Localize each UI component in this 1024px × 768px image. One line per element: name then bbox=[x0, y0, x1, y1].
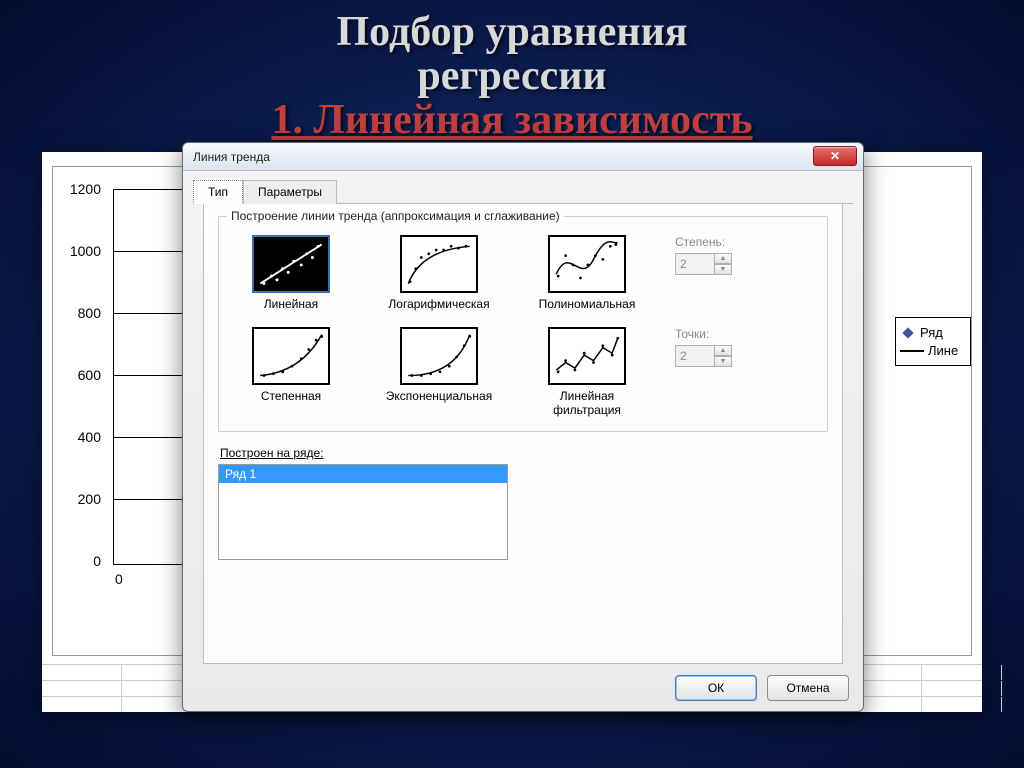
series-listbox[interactable]: Ряд 1 bbox=[218, 464, 508, 560]
log-thumb-icon bbox=[400, 235, 478, 293]
trend-option-logarithmic[interactable]: Логарифмическая bbox=[379, 235, 499, 311]
tab-type[interactable]: Тип bbox=[193, 180, 243, 204]
dialog-titlebar[interactable]: Линия тренда ✕ bbox=[183, 143, 863, 171]
legend-label: Лине bbox=[928, 343, 958, 358]
trend-label: Логарифмическая bbox=[379, 297, 499, 311]
y-tick: 800 bbox=[65, 305, 101, 367]
y-tick: 400 bbox=[65, 429, 101, 491]
title-line-1: Подбор уравнения bbox=[336, 9, 687, 55]
legend-item-line: Лине bbox=[900, 343, 966, 358]
trend-label: Линейная bbox=[231, 297, 351, 311]
trend-type-group: Построение линии тренда (аппроксимация и… bbox=[218, 216, 828, 432]
power-thumb-icon bbox=[252, 327, 330, 385]
trend-label: Линейная фильтрация bbox=[527, 389, 647, 417]
trend-option-linear[interactable]: Линейная bbox=[231, 235, 351, 311]
linear-thumb-icon bbox=[252, 235, 330, 293]
period-down-button[interactable]: ▼ bbox=[714, 356, 732, 367]
y-tick: 1200 bbox=[65, 181, 101, 243]
period-spinner-cell: Точки: ▲ ▼ bbox=[675, 327, 815, 417]
degree-up-button[interactable]: ▲ bbox=[714, 253, 732, 264]
close-icon: ✕ bbox=[830, 149, 840, 163]
trend-option-moving-average[interactable]: Линейная фильтрация bbox=[527, 327, 647, 417]
series-list-item[interactable]: Ряд 1 bbox=[219, 465, 507, 483]
trend-label: Экспоненциальная bbox=[379, 389, 499, 403]
trendline-dialog: Линия тренда ✕ Тип Параметры Построение … bbox=[182, 142, 864, 712]
legend-label: Ряд bbox=[920, 325, 943, 340]
tab-panel-type: Построение линии тренда (аппроксимация и… bbox=[203, 204, 843, 664]
trend-label: Степенная bbox=[231, 389, 351, 403]
y-tick: 1000 bbox=[65, 243, 101, 305]
degree-label: Степень: bbox=[675, 235, 815, 249]
poly-thumb-icon bbox=[548, 235, 626, 293]
tab-parameters[interactable]: Параметры bbox=[243, 180, 337, 204]
y-tick: 200 bbox=[65, 491, 101, 553]
ok-button[interactable]: ОК bbox=[675, 675, 757, 701]
line-icon bbox=[900, 350, 924, 352]
dialog-title: Линия тренда bbox=[189, 150, 270, 164]
series-label: Построен на ряде: bbox=[220, 446, 828, 460]
diamond-icon bbox=[902, 327, 913, 338]
x-zero: 0 bbox=[115, 571, 123, 587]
y-tick: 600 bbox=[65, 367, 101, 429]
title-line-2: регрессии bbox=[417, 53, 606, 99]
y-axis: 1200 1000 800 600 400 200 0 bbox=[65, 181, 101, 615]
trend-label: Полиномиальная bbox=[527, 297, 647, 311]
legend-item-series: Ряд bbox=[900, 325, 966, 340]
title-line-3: 1. Линейная зависимость bbox=[271, 97, 752, 143]
period-up-button[interactable]: ▲ bbox=[714, 345, 732, 356]
degree-input bbox=[675, 253, 715, 275]
degree-spinner-cell: Степень: ▲ ▼ bbox=[675, 235, 815, 311]
y-tick: 0 bbox=[65, 553, 101, 615]
exp-thumb-icon bbox=[400, 327, 478, 385]
trend-option-power[interactable]: Степенная bbox=[231, 327, 351, 417]
movavg-thumb-icon bbox=[548, 327, 626, 385]
group-title: Построение линии тренда (аппроксимация и… bbox=[227, 209, 564, 223]
period-input bbox=[675, 345, 715, 367]
trend-option-polynomial[interactable]: Полиномиальная bbox=[527, 235, 647, 311]
cancel-button[interactable]: Отмена bbox=[767, 675, 849, 701]
trend-option-exponential[interactable]: Экспоненциальная bbox=[379, 327, 499, 417]
chart-legend: Ряд Лине bbox=[895, 317, 971, 366]
period-label: Точки: bbox=[675, 327, 815, 341]
tabs: Тип Параметры Построение линии тренда (а… bbox=[183, 171, 863, 664]
degree-down-button[interactable]: ▼ bbox=[714, 264, 732, 275]
slide-title: Подбор уравнения регрессии 1. Линейная з… bbox=[0, 0, 1024, 142]
close-button[interactable]: ✕ bbox=[813, 146, 857, 166]
